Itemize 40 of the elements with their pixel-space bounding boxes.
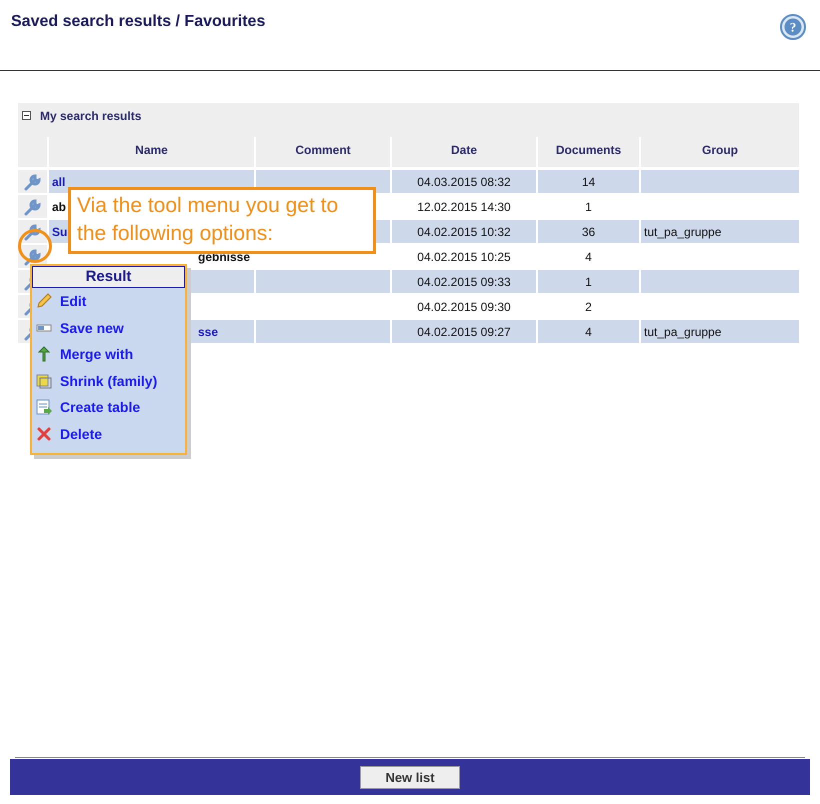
wrench-icon[interactable] bbox=[24, 222, 42, 240]
menu-item[interactable]: Delete bbox=[32, 420, 185, 447]
result-name-link[interactable]: all bbox=[52, 174, 66, 188]
page-title: Saved search results / Favourites bbox=[11, 13, 266, 31]
menu-item[interactable]: Shrink (family) bbox=[32, 368, 185, 394]
menu-title: Result bbox=[32, 266, 185, 288]
column-header: Group bbox=[641, 137, 799, 170]
result-name-link[interactable]: sse bbox=[198, 324, 218, 338]
table-cell: 04.02.2015 10:32 bbox=[392, 220, 536, 245]
table-icon bbox=[36, 399, 52, 416]
table-cell: 4 bbox=[538, 320, 639, 345]
column-header: Documents bbox=[538, 137, 639, 170]
table-cell: tut_pa_gruppe bbox=[641, 220, 799, 245]
table-cell: 36 bbox=[538, 220, 639, 245]
wrench-icon[interactable] bbox=[24, 248, 42, 266]
result-name-link[interactable]: Su bbox=[52, 224, 68, 238]
table-cell: 14 bbox=[538, 170, 639, 195]
menu-item[interactable]: Save new bbox=[32, 314, 185, 341]
menu-item[interactable]: Create table bbox=[32, 394, 185, 420]
menu-item[interactable]: Merge with bbox=[32, 341, 185, 368]
new-list-button[interactable]: New list bbox=[360, 766, 460, 788]
table-cell: 1 bbox=[538, 270, 639, 295]
column-header: Date bbox=[392, 137, 536, 170]
wrench-icon[interactable] bbox=[24, 172, 42, 190]
menu-item[interactable]: Edit bbox=[32, 288, 185, 314]
pencil-icon bbox=[36, 293, 52, 310]
table-cell: 04.03.2015 08:32 bbox=[392, 170, 536, 195]
table-cell: 04.02.2015 09:27 bbox=[392, 320, 536, 345]
result-name-link[interactable]: ab bbox=[52, 200, 66, 214]
help-icon[interactable]: ? bbox=[780, 14, 806, 40]
delete-icon bbox=[36, 426, 52, 442]
callout-note: Via the tool menu you get to the following options: bbox=[68, 187, 376, 254]
section-title: My search results bbox=[40, 109, 142, 123]
merge-arrow-icon bbox=[36, 346, 52, 362]
table-cell: 04.02.2015 09:33 bbox=[392, 270, 536, 295]
column-header: Comment bbox=[256, 137, 390, 170]
wrench-icon[interactable] bbox=[24, 198, 42, 216]
column-header: Name bbox=[49, 137, 254, 170]
collapse-icon[interactable] bbox=[22, 111, 31, 120]
table-cell: tut_pa_gruppe bbox=[641, 320, 799, 345]
